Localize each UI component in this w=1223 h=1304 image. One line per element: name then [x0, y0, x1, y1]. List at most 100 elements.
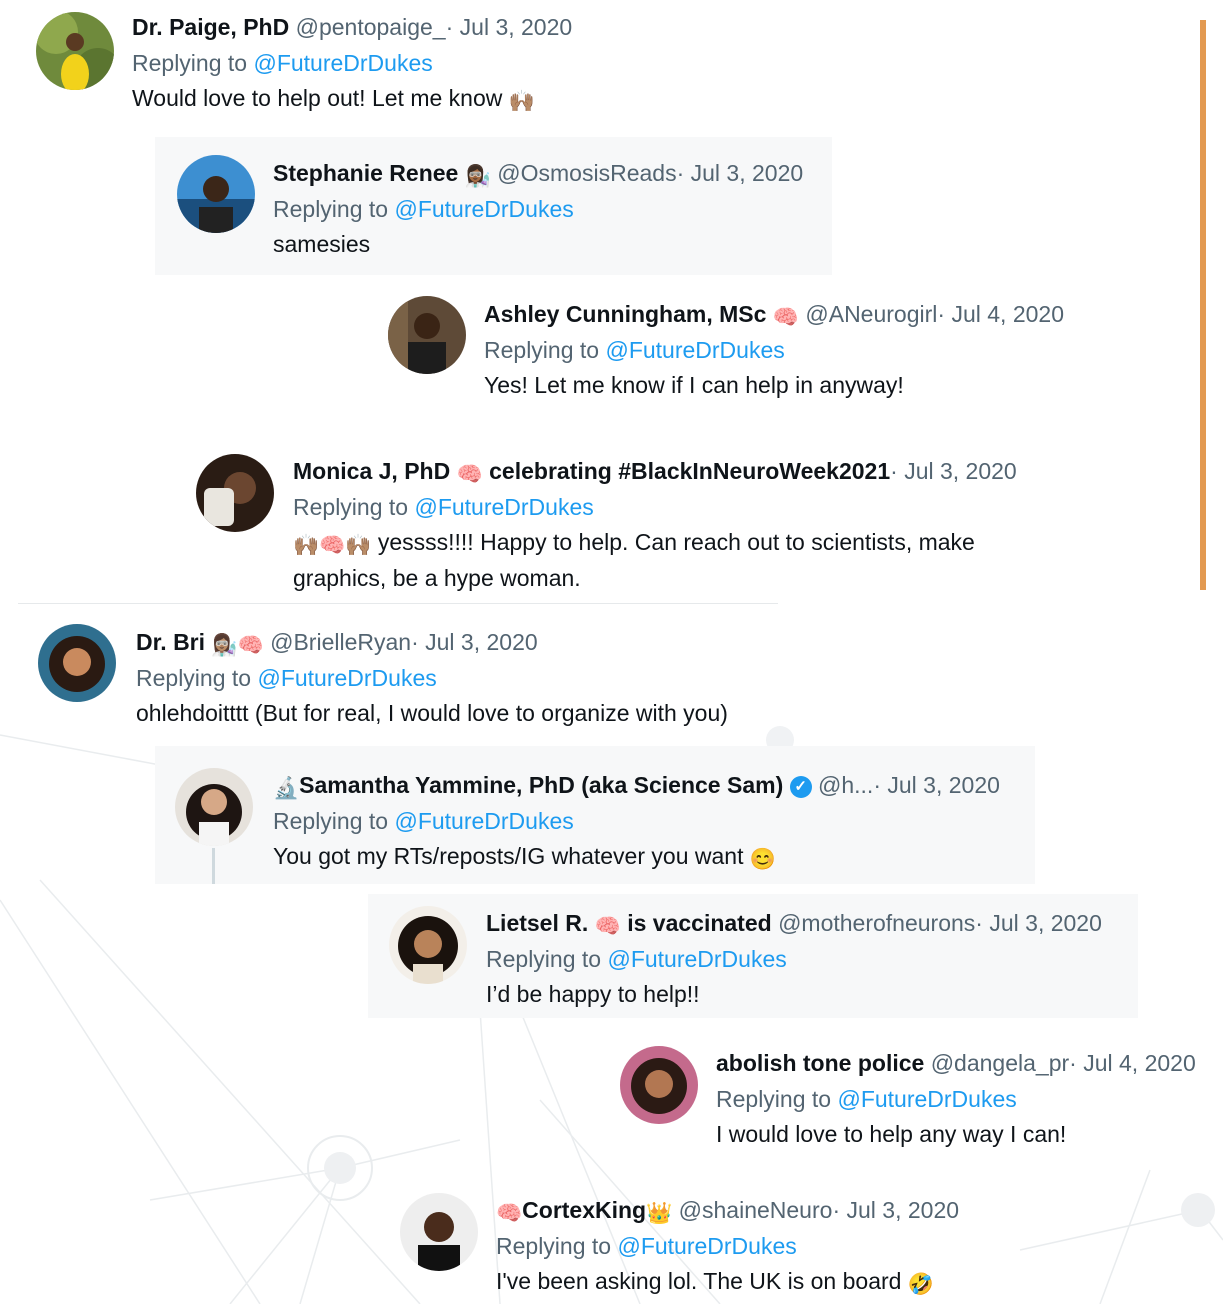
tweet-header: Stephanie Renee 👩🏾‍🔬 @OsmosisReads· Jul … — [273, 158, 803, 188]
tweet-text-content: samesies — [273, 231, 371, 257]
display-name[interactable]: CortexKing — [522, 1197, 646, 1223]
tweet-header: Lietsel R. 🧠 is vaccinated @motherofneur… — [486, 908, 1102, 938]
avatar[interactable] — [36, 12, 114, 90]
reply-tweet[interactable]: 🔬Samantha Yammine, PhD (aka Science Sam)… — [155, 746, 1035, 884]
display-name[interactable]: Samantha Yammine, PhD (aka Science Sam) — [299, 772, 783, 798]
user-handle[interactable]: @ANeurogirl — [805, 301, 937, 327]
display-name-suffix[interactable]: celebrating #BlackInNeuroWeek2021 — [489, 458, 890, 484]
scientist-emoji-icon: 👩🏾‍🔬 — [464, 165, 491, 188]
crown-emoji-icon: 👑 — [646, 1202, 673, 1225]
replying-to: Replying to @FutureDrDukes — [273, 806, 1000, 836]
rolling-laughing-emoji-icon: 🤣 — [907, 1273, 934, 1296]
display-name[interactable]: Dr. Bri — [136, 629, 205, 655]
thread-line — [212, 848, 215, 884]
tweet-text: You got my RTs/reposts/IG whatever you w… — [273, 840, 1000, 876]
reply-tweet[interactable]: Lietsel R. 🧠 is vaccinated @motherofneur… — [368, 894, 1138, 1018]
replying-label: Replying to — [273, 196, 389, 222]
tweet-text: I've been asking lol. The UK is on board… — [496, 1265, 959, 1301]
timestamp[interactable]: Jul 3, 2020 — [847, 1197, 960, 1223]
reply-tweet[interactable]: Dr. Paige, PhD @pentopaige_· Jul 3, 2020… — [30, 8, 630, 126]
user-handle[interactable]: @pentopaige_ — [296, 14, 446, 40]
tweet-text-content: ohlehdoitttt (But for real, I would love… — [136, 700, 728, 726]
display-name[interactable]: Lietsel R. — [486, 910, 588, 936]
separator-dot: · — [1069, 1050, 1077, 1076]
separator-dot: · — [832, 1197, 841, 1223]
user-handle[interactable]: @BrielleRyan — [270, 629, 411, 655]
tweet-text: Would love to help out! Let me know 🙌🏽 — [132, 82, 572, 118]
tweet-text: I would love to help any way I can! — [716, 1118, 1196, 1150]
timestamp[interactable]: Jul 3, 2020 — [460, 14, 573, 40]
display-name[interactable]: Ashley Cunningham, MSc — [484, 301, 766, 327]
display-name-suffix[interactable]: is vaccinated — [627, 910, 771, 936]
separator-dot: · — [937, 301, 946, 327]
tweet-text: ohlehdoitttt (But for real, I would love… — [136, 697, 728, 729]
tweet-text-content: yessss!!!! Happy to help. Can reach out … — [293, 529, 975, 591]
user-handle[interactable]: @motherofneurons — [778, 910, 975, 936]
avatar[interactable] — [177, 155, 255, 233]
smiling-face-emoji-icon: 😊 — [749, 848, 777, 871]
replying-to: Replying to @FutureDrDukes — [484, 335, 1064, 365]
scientist-brain-emoji-icon: 👩🏽‍🔬🧠 — [211, 634, 264, 657]
display-name[interactable]: Stephanie Renee — [273, 160, 458, 186]
timestamp[interactable]: Jul 3, 2020 — [691, 160, 804, 186]
separator-dot: · — [873, 772, 881, 798]
user-handle[interactable]: @OsmosisReads — [497, 160, 676, 186]
user-handle[interactable]: @h... — [818, 772, 873, 798]
replying-label: Replying to — [273, 808, 389, 834]
replying-to: Replying to @FutureDrDukes — [132, 48, 572, 78]
timestamp[interactable]: Jul 4, 2020 — [951, 301, 1064, 327]
mention-link[interactable]: @FutureDrDukes — [837, 1086, 1016, 1112]
separator-dot: · — [890, 458, 898, 484]
mention-link[interactable]: @FutureDrDukes — [617, 1233, 796, 1259]
replying-to: Replying to @FutureDrDukes — [496, 1231, 959, 1261]
mention-link[interactable]: @FutureDrDukes — [414, 494, 593, 520]
display-name[interactable]: abolish tone police — [716, 1050, 924, 1076]
mention-link[interactable]: @FutureDrDukes — [394, 196, 573, 222]
brain-emoji-icon: 🧠 — [594, 915, 621, 938]
user-handle[interactable]: @shaineNeuro — [679, 1197, 833, 1223]
replying-label: Replying to — [132, 50, 248, 76]
avatar[interactable] — [388, 296, 466, 374]
replying-label: Replying to — [486, 946, 602, 972]
timestamp[interactable]: Jul 3, 2020 — [425, 629, 538, 655]
tweet-header: Dr. Paige, PhD @pentopaige_· Jul 3, 2020 — [132, 12, 572, 42]
reply-tweet[interactable]: Monica J, PhD 🧠 celebrating #BlackInNeur… — [190, 447, 1030, 597]
brain-emoji-icon: 🧠 — [496, 1202, 523, 1225]
separator-dot: · — [411, 629, 419, 655]
avatar[interactable] — [38, 624, 116, 702]
avatar[interactable] — [175, 768, 253, 846]
avatar[interactable] — [400, 1193, 478, 1271]
reply-tweet[interactable]: abolish tone police @dangela_pr· Jul 4, … — [612, 1040, 1217, 1160]
mention-link[interactable]: @FutureDrDukes — [257, 665, 436, 691]
avatar[interactable] — [389, 906, 467, 984]
mention-link[interactable]: @FutureDrDukes — [605, 337, 784, 363]
display-name[interactable]: Monica J, PhD — [293, 458, 450, 484]
timestamp[interactable]: Jul 4, 2020 — [1083, 1050, 1196, 1076]
mention-link[interactable]: @FutureDrDukes — [607, 946, 786, 972]
user-handle[interactable]: @dangela_pr — [931, 1050, 1069, 1076]
timestamp[interactable]: Jul 3, 2020 — [989, 910, 1102, 936]
brain-emoji-icon: 🧠 — [456, 463, 483, 486]
tweet-text-content: Yes! Let me know if I can help in anyway… — [484, 372, 904, 398]
replying-to: Replying to @FutureDrDukes — [293, 492, 1018, 522]
reply-tweet[interactable]: Dr. Bri 👩🏽‍🔬🧠 @BrielleRyan· Jul 3, 2020 … — [32, 618, 792, 736]
brain-emoji-icon: 🧠 — [772, 306, 799, 329]
display-name[interactable]: Dr. Paige, PhD — [132, 14, 289, 40]
verified-badge-icon: ✓ — [789, 776, 812, 798]
avatar[interactable] — [620, 1046, 698, 1124]
replying-label: Replying to — [496, 1233, 612, 1259]
tweet-text-content: I’d be happy to help!! — [486, 981, 700, 1007]
tweet-text-content: You got my RTs/reposts/IG whatever you w… — [273, 843, 744, 869]
raised-hands-emoji-icon: 🙌🏽 — [508, 90, 535, 113]
tweet-text: 🙌🏽🧠🙌🏽 yessss!!!! Happy to help. Can reac… — [293, 526, 1018, 594]
avatar[interactable] — [196, 454, 274, 532]
mention-link[interactable]: @FutureDrDukes — [394, 808, 573, 834]
reply-tweet[interactable]: Ashley Cunningham, MSc 🧠 @ANeurogirl· Ju… — [380, 290, 1100, 410]
replying-to: Replying to @FutureDrDukes — [273, 194, 803, 224]
reply-tweet[interactable]: 🧠CortexKing👑 @shaineNeuro· Jul 3, 2020 R… — [392, 1186, 992, 1301]
timestamp[interactable]: Jul 3, 2020 — [904, 458, 1017, 484]
tweet-header: Dr. Bri 👩🏽‍🔬🧠 @BrielleRyan· Jul 3, 2020 — [136, 627, 728, 657]
reply-tweet[interactable]: Stephanie Renee 👩🏾‍🔬 @OsmosisReads· Jul … — [155, 137, 832, 275]
mention-link[interactable]: @FutureDrDukes — [253, 50, 432, 76]
timestamp[interactable]: Jul 3, 2020 — [887, 772, 1000, 798]
